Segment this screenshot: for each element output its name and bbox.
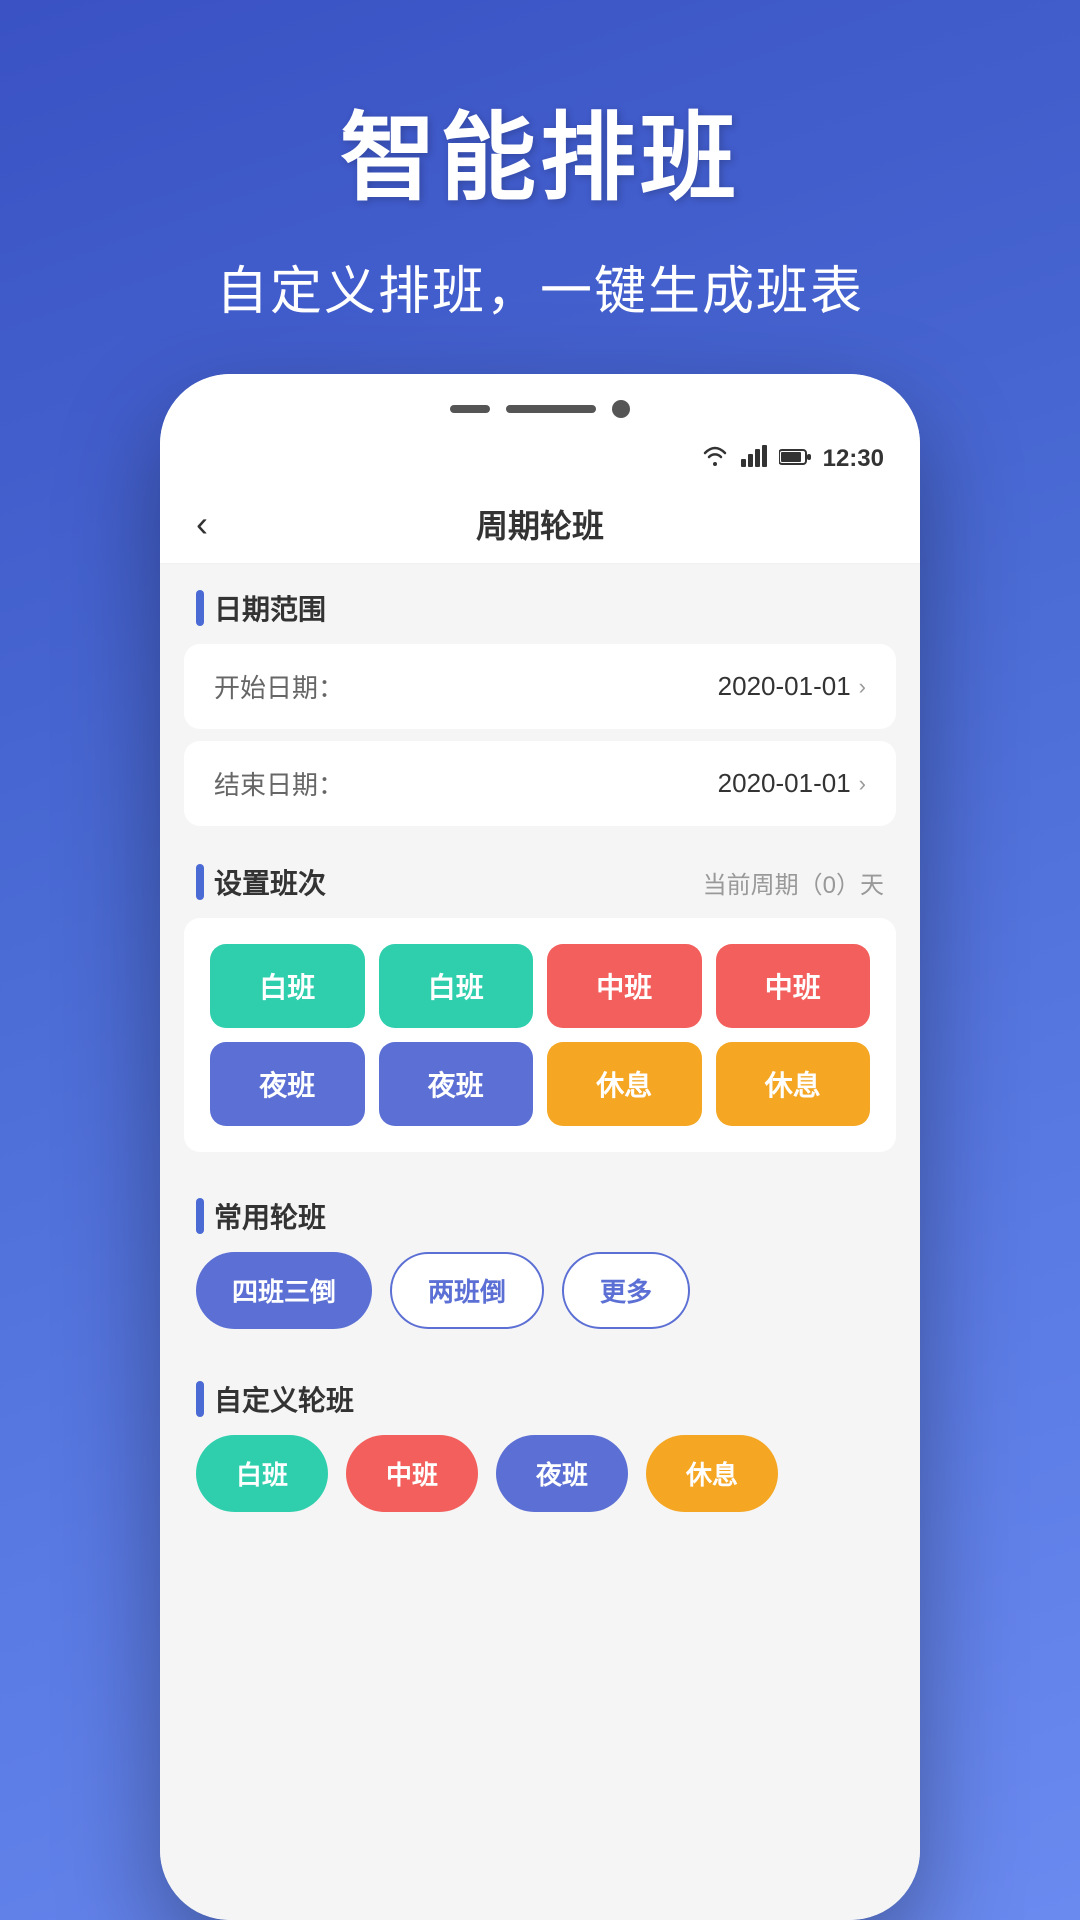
- nav-title: 周期轮班: [256, 501, 824, 547]
- custom-rotation-title: 自定义轮班: [214, 1379, 354, 1419]
- shift-btn-4[interactable]: 夜班: [210, 1042, 365, 1126]
- shift-btn-0[interactable]: 白班: [210, 944, 365, 1028]
- header-area: 智能排班 自定义排班，一键生成班表: [0, 0, 1080, 374]
- end-date-chevron-icon: ›: [859, 771, 866, 797]
- date-range-title: 日期范围: [214, 588, 326, 628]
- custom-rotation-section: 自定义轮班 白班 中班 夜班 休息: [160, 1355, 920, 1512]
- common-rotation-dot: [196, 1198, 204, 1234]
- date-range-dot: [196, 590, 204, 626]
- end-date-value-row: 2020-01-01 ›: [718, 768, 866, 799]
- shift-grid-container: 白班 白班 中班 中班 夜班 夜班 休息 休息: [184, 918, 896, 1152]
- shift-title: 设置班次: [214, 862, 326, 902]
- signal-icon: [741, 445, 767, 473]
- end-date-label: 结束日期：: [214, 765, 344, 802]
- shift-title-row: 设置班次: [196, 862, 326, 902]
- start-date-card[interactable]: 开始日期： 2020-01-01 ›: [184, 644, 896, 729]
- content-area: 日期范围 开始日期： 2020-01-01 › 结束日期： 2020-01-01…: [160, 564, 920, 1920]
- shift-section-header: 设置班次 当前周期（0）天: [160, 838, 920, 918]
- main-title: 智能排班: [60, 80, 1020, 219]
- custom-rotation-dot: [196, 1381, 204, 1417]
- shift-btn-1[interactable]: 白班: [379, 944, 534, 1028]
- shift-cycle-note: 当前周期（0）天: [703, 865, 884, 900]
- shift-btn-2[interactable]: 中班: [547, 944, 702, 1028]
- two-shift-button[interactable]: 两班倒: [390, 1252, 544, 1329]
- shift-btn-7[interactable]: 休息: [716, 1042, 871, 1126]
- common-rotation-section: 常用轮班 四班三倒 两班倒 更多: [160, 1172, 920, 1355]
- four-shift-button[interactable]: 四班三倒: [196, 1252, 372, 1329]
- sub-title: 自定义排班，一键生成班表: [60, 249, 1020, 324]
- start-date-chevron-icon: ›: [859, 674, 866, 700]
- common-rotation-title-row: 常用轮班: [196, 1196, 326, 1236]
- status-bar: 12:30: [160, 434, 920, 484]
- shift-btn-5[interactable]: 夜班: [379, 1042, 534, 1126]
- common-rotation-title: 常用轮班: [214, 1196, 326, 1236]
- custom-rotation-title-row: 自定义轮班: [196, 1379, 354, 1419]
- phone-top-bar: [160, 374, 920, 434]
- more-shift-button[interactable]: 更多: [562, 1252, 690, 1329]
- battery-icon: [779, 446, 811, 472]
- phone-mockup: 12:30 ‹ 周期轮班 日期范围 开始日期： 2020-01-01 › 结束日…: [160, 374, 920, 1920]
- start-date-value: 2020-01-01: [718, 671, 851, 702]
- custom-night-shift-button[interactable]: 夜班: [496, 1435, 628, 1512]
- shift-btn-3[interactable]: 中班: [716, 944, 871, 1028]
- shift-btn-6[interactable]: 休息: [547, 1042, 702, 1126]
- date-range-section-header: 日期范围: [160, 564, 920, 644]
- end-date-card[interactable]: 结束日期： 2020-01-01 ›: [184, 741, 896, 826]
- back-button[interactable]: ‹: [196, 503, 256, 545]
- date-range-title-row: 日期范围: [196, 588, 326, 628]
- notch-camera: [612, 400, 630, 418]
- shift-grid: 白班 白班 中班 中班 夜班 夜班 休息 休息: [200, 934, 880, 1136]
- custom-mid-shift-button[interactable]: 中班: [346, 1435, 478, 1512]
- wifi-icon: [701, 445, 729, 473]
- notch-dash-short: [450, 405, 490, 413]
- start-date-label: 开始日期：: [214, 668, 344, 705]
- custom-rotation-buttons: 白班 中班 夜班 休息: [160, 1435, 920, 1512]
- custom-day-shift-button[interactable]: 白班: [196, 1435, 328, 1512]
- custom-rest-button[interactable]: 休息: [646, 1435, 778, 1512]
- notch-dash-long: [506, 405, 596, 413]
- common-rotation-buttons: 四班三倒 两班倒 更多: [160, 1252, 920, 1345]
- custom-rotation-header: 自定义轮班: [160, 1355, 920, 1435]
- status-time: 12:30: [823, 445, 884, 473]
- common-rotation-header: 常用轮班: [160, 1172, 920, 1252]
- start-date-value-row: 2020-01-01 ›: [718, 671, 866, 702]
- end-date-value: 2020-01-01: [718, 768, 851, 799]
- nav-bar: ‹ 周期轮班: [160, 484, 920, 564]
- shift-dot: [196, 864, 204, 900]
